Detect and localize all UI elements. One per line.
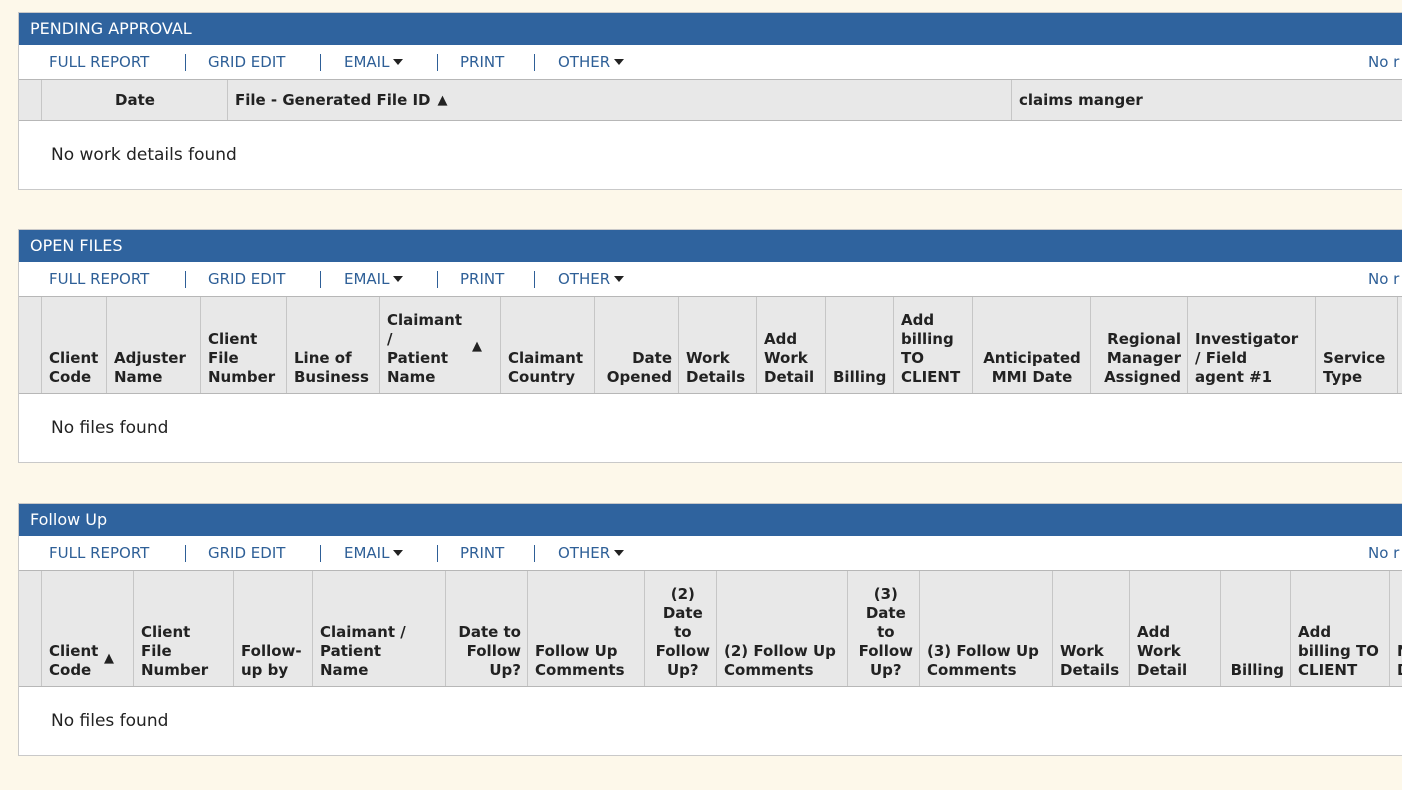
full-report-link[interactable]: FULL REPORT xyxy=(49,536,149,570)
column-header-billing[interactable]: Billing xyxy=(826,297,894,393)
column-header-anticipated-mmi-date[interactable]: Anticipated MMI Date xyxy=(973,297,1091,393)
sort-ascending-icon: ▲ xyxy=(472,339,482,354)
column-header-follow-up-comments-3[interactable]: (3) Follow Up Comments xyxy=(920,571,1053,686)
row-select-column xyxy=(19,297,42,393)
email-menu[interactable]: EMAIL xyxy=(344,536,404,570)
full-report-link[interactable]: FULL REPORT xyxy=(49,45,149,79)
follow-up-panel: Follow Up FULL REPORT GRID EDIT EMAIL PR… xyxy=(18,503,1402,756)
column-header-client-code[interactable]: Client Code ▲ xyxy=(42,571,134,686)
email-label: EMAIL xyxy=(344,270,390,288)
pending-approval-title: PENDING APPROVAL xyxy=(19,13,1402,45)
column-header-add-work-detail[interactable]: Add Work Detail xyxy=(1130,571,1221,686)
column-header-follow-up-comments[interactable]: Follow Up Comments xyxy=(528,571,645,686)
column-header-overflow xyxy=(1398,297,1402,393)
column-header-claims-manager[interactable]: claims manger xyxy=(1012,80,1402,120)
open-files-title: OPEN FILES xyxy=(19,230,1402,262)
other-menu[interactable]: OTHER xyxy=(558,45,625,79)
column-header-add-work-detail[interactable]: Add Work Detail xyxy=(757,297,826,393)
print-link[interactable]: PRINT xyxy=(460,536,504,570)
toolbar-separator xyxy=(185,545,186,562)
toolbar-separator xyxy=(437,54,438,71)
print-link[interactable]: PRINT xyxy=(460,262,504,296)
column-header-date-opened[interactable]: Date Opened xyxy=(595,297,679,393)
caret-down-icon xyxy=(393,276,404,282)
column-header-regional-manager-assigned[interactable]: Regional Manager Assigned xyxy=(1091,297,1188,393)
caret-down-icon xyxy=(393,550,404,556)
column-header-date-to-follow-up-3[interactable]: (3) Date to Follow Up? xyxy=(848,571,920,686)
grid-edit-link[interactable]: GRID EDIT xyxy=(208,45,285,79)
column-header-date-to-follow-up[interactable]: Date to Follow Up? xyxy=(446,571,528,686)
column-header-clipped[interactable]: N D xyxy=(1390,571,1402,686)
no-records-text: No r xyxy=(1368,270,1400,288)
column-header-file-id[interactable]: File - Generated File ID ▲ xyxy=(228,80,1012,120)
other-menu[interactable]: OTHER xyxy=(558,262,625,296)
no-records-text: No r xyxy=(1368,544,1400,562)
no-records-text: No r xyxy=(1368,53,1400,71)
other-label: OTHER xyxy=(558,53,611,71)
row-select-column xyxy=(19,80,42,120)
other-label: OTHER xyxy=(558,544,611,562)
column-header-client-code[interactable]: Client Code xyxy=(42,297,107,393)
other-label: OTHER xyxy=(558,270,611,288)
column-header-client-file-number[interactable]: Client File Number xyxy=(134,571,234,686)
column-header-adjuster-name[interactable]: Adjuster Name xyxy=(107,297,201,393)
toolbar-separator xyxy=(320,271,321,288)
empty-message: No work details found xyxy=(51,145,237,165)
column-header-add-billing-to-client[interactable]: Add billing TO CLIENT xyxy=(894,297,973,393)
follow-up-title: Follow Up xyxy=(19,504,1402,536)
toolbar-separator xyxy=(534,271,535,288)
open-files-header-row: Client Code Adjuster Name Client File Nu… xyxy=(19,297,1402,394)
other-menu[interactable]: OTHER xyxy=(558,536,625,570)
follow-up-toolbar: FULL REPORT GRID EDIT EMAIL PRINT OTHER … xyxy=(19,536,1402,571)
grid-edit-link[interactable]: GRID EDIT xyxy=(208,262,285,296)
email-label: EMAIL xyxy=(344,544,390,562)
email-menu[interactable]: EMAIL xyxy=(344,45,404,79)
sort-ascending-icon: ▲ xyxy=(104,651,114,666)
column-header-client-file-number[interactable]: Client File Number xyxy=(201,297,287,393)
toolbar-separator xyxy=(437,545,438,562)
toolbar-separator xyxy=(534,545,535,562)
print-link[interactable]: PRINT xyxy=(460,45,504,79)
column-header-service-type[interactable]: Service Type xyxy=(1316,297,1398,393)
open-files-toolbar: FULL REPORT GRID EDIT EMAIL PRINT OTHER … xyxy=(19,262,1402,297)
pending-approval-panel: PENDING APPROVAL FULL REPORT GRID EDIT E… xyxy=(18,12,1402,190)
sort-ascending-icon: ▲ xyxy=(437,92,448,108)
column-header-work-details[interactable]: Work Details xyxy=(1053,571,1130,686)
toolbar-separator xyxy=(320,54,321,71)
column-header-claimant-patient-name[interactable]: Claimant / Patient Name ▲ xyxy=(380,297,501,393)
column-header-claimant-country[interactable]: Claimant Country xyxy=(501,297,595,393)
row-select-column xyxy=(19,571,42,686)
column-header-billing[interactable]: Billing xyxy=(1221,571,1291,686)
column-header-date-to-follow-up-2[interactable]: (2) Date to Follow Up? xyxy=(645,571,717,686)
open-files-panel: OPEN FILES FULL REPORT GRID EDIT EMAIL P… xyxy=(18,229,1402,463)
email-label: EMAIL xyxy=(344,53,390,71)
column-header-investigator-field-agent[interactable]: Investigator / Field agent #1 xyxy=(1188,297,1316,393)
pending-approval-toolbar: FULL REPORT GRID EDIT EMAIL PRINT OTHER … xyxy=(19,45,1402,80)
caret-down-icon xyxy=(614,276,625,282)
caret-down-icon xyxy=(614,550,625,556)
caret-down-icon xyxy=(614,59,625,65)
full-report-link[interactable]: FULL REPORT xyxy=(49,262,149,296)
column-header-line-of-business[interactable]: Line of Business xyxy=(287,297,380,393)
toolbar-separator xyxy=(320,545,321,562)
column-header-date[interactable]: Date xyxy=(42,80,228,120)
empty-message: No files found xyxy=(51,711,169,731)
caret-down-icon xyxy=(393,59,404,65)
grid-edit-link[interactable]: GRID EDIT xyxy=(208,536,285,570)
toolbar-separator xyxy=(185,54,186,71)
pending-approval-header-row: Date File - Generated File ID ▲ claims ma… xyxy=(19,80,1402,121)
column-header-work-details[interactable]: Work Details xyxy=(679,297,757,393)
toolbar-separator xyxy=(437,271,438,288)
column-header-add-billing-to-client[interactable]: Add billing TO CLIENT xyxy=(1291,571,1390,686)
follow-up-header-row: Client Code ▲ Client File Number Follow- … xyxy=(19,571,1402,687)
empty-message: No files found xyxy=(51,418,169,438)
column-header-follow-up-by[interactable]: Follow- up by xyxy=(234,571,313,686)
toolbar-separator xyxy=(534,54,535,71)
column-header-follow-up-comments-2[interactable]: (2) Follow Up Comments xyxy=(717,571,848,686)
column-header-claimant-patient-name[interactable]: Claimant / Patient Name xyxy=(313,571,446,686)
toolbar-separator xyxy=(185,271,186,288)
email-menu[interactable]: EMAIL xyxy=(344,262,404,296)
